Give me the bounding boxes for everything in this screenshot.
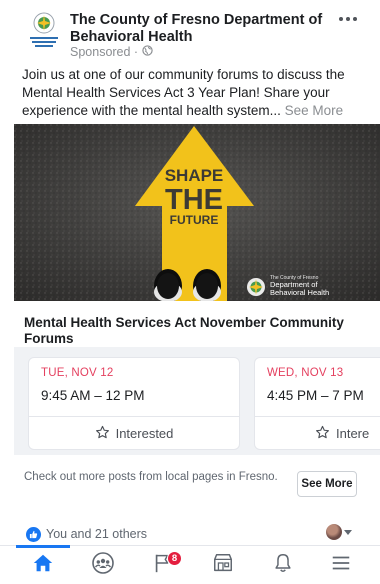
reactions-summary[interactable]: You and 21 others [26, 525, 147, 543]
event-date: TUE, NOV 12 [41, 367, 114, 379]
tab-pages[interactable]: 8 [136, 546, 190, 584]
tab-marketplace[interactable] [196, 546, 250, 584]
event-time: 9:45 AM – 12 PM [41, 388, 145, 403]
interested-button[interactable]: Intere [255, 417, 380, 450]
event-card[interactable]: WED, NOV 13 4:45 PM – 7 PM Intere [254, 357, 380, 450]
event-time: 4:45 PM – 7 PM [267, 388, 364, 403]
interested-label: Interested [115, 426, 174, 441]
see-more-link[interactable]: See More [285, 103, 344, 118]
tab-menu[interactable] [314, 546, 368, 584]
caret-down-icon [344, 523, 352, 541]
event-carousel[interactable]: TUE, NOV 12 9:45 AM – 12 PM Interested W… [14, 347, 380, 455]
notification-badge: 8 [167, 551, 182, 566]
event-carousel-title[interactable]: Mental Health Services Act November Comm… [24, 315, 364, 347]
arrow-text-shape: SHAPE [165, 166, 224, 185]
tab-home[interactable] [16, 546, 70, 584]
post-image[interactable]: SHAPE THE FUTURE The County of Fresno De… [14, 124, 380, 301]
arrow-text-the: THE [165, 184, 223, 216]
star-icon [95, 425, 110, 443]
interested-button[interactable]: Interested [29, 417, 239, 450]
home-icon [32, 552, 54, 579]
local-pages-prompt: Check out more posts from local pages in… [24, 471, 278, 483]
page-avatar[interactable] [26, 10, 62, 50]
more-options-icon[interactable] [336, 10, 360, 28]
event-date: WED, NOV 13 [267, 367, 344, 379]
post-header: The County of Fresno Department of Behav… [0, 0, 380, 64]
bottom-tab-bar: 8 [0, 545, 380, 584]
groups-icon [91, 551, 115, 580]
like-icon [26, 526, 41, 542]
page-name-link[interactable]: The County of Fresno Department of Behav… [70, 12, 330, 46]
event-card[interactable]: TUE, NOV 12 9:45 AM – 12 PM Interested [28, 357, 240, 450]
see-more-button[interactable]: See More [297, 471, 357, 497]
logo-dept-line2: Behavioral Health [270, 288, 329, 297]
sponsored-text: Sponsored · [70, 45, 139, 59]
post-text: Join us at one of our community forums t… [22, 66, 367, 120]
tab-notifications[interactable] [256, 546, 310, 584]
interested-label: Intere [336, 426, 370, 441]
reactions-count: You and 21 others [46, 527, 148, 541]
star-icon [315, 425, 330, 443]
sponsored-label: Sponsored · [70, 45, 153, 59]
notifications-bell-icon [272, 552, 294, 579]
arrow-text-future: FUTURE [170, 213, 219, 227]
globe-icon [142, 45, 153, 59]
avatar [326, 524, 342, 540]
reaction-profile-selector[interactable] [326, 523, 352, 541]
tab-groups[interactable] [76, 546, 130, 584]
marketplace-icon [212, 552, 234, 579]
menu-icon [330, 552, 352, 579]
